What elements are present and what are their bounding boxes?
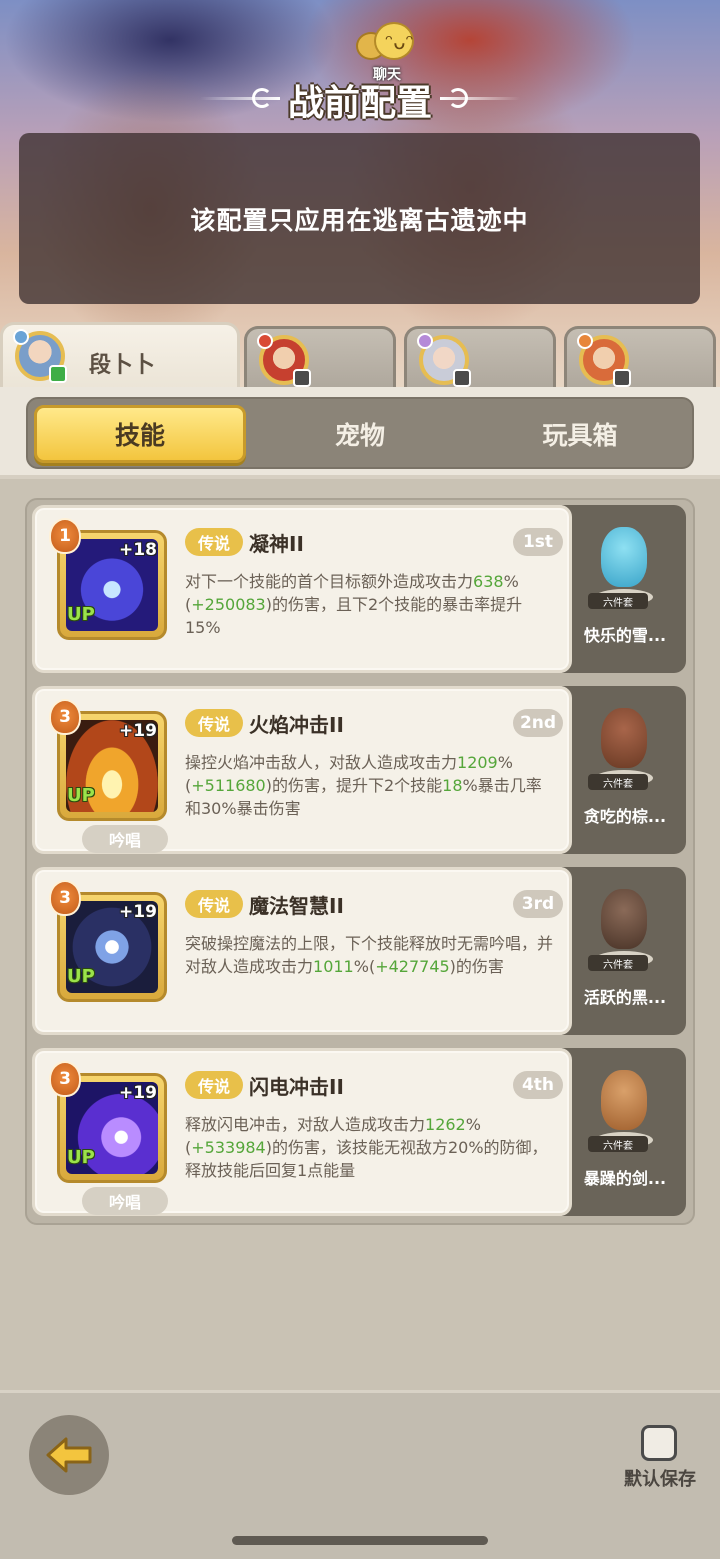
config-notice: 该配置只应用在逃离古遗迹中	[19, 133, 700, 304]
set-label: 六件套	[588, 955, 648, 971]
skill-row: 六件套 贪吃的棕... 3 +19 UP 吟唱 传说 火焰冲击II 2nd 操控…	[32, 686, 687, 854]
rarity-badge: 传说	[185, 528, 243, 556]
skill-card[interactable]: 3 +19 UP 吟唱 传说 火焰冲击II 2nd 操控火焰冲击敌人，对敌人造成…	[32, 686, 572, 854]
skill-description: 突破操控魔法的上限，下个技能释放时无需吟唱，并对敌人造成攻击力1011%(+42…	[185, 934, 554, 976]
hero-portrait	[13, 329, 67, 383]
hero-tab-1[interactable]: 段卜卜	[0, 322, 240, 390]
tab-skills[interactable]: 技能	[34, 405, 246, 463]
hero-portrait	[417, 333, 471, 387]
pet-slot[interactable]: 六件套 快乐的雪...	[562, 505, 686, 673]
category-bar: 技能 宠物 玩具箱	[0, 387, 720, 479]
skill-description: 释放闪电冲击，对敌人造成攻击力1262%(+533984)的伤害，该技能无视敌方…	[185, 1115, 548, 1180]
skill-level-badge: 1	[49, 518, 81, 554]
notice-text: 该配置只应用在逃离古遗迹中	[190, 205, 529, 235]
skill-plus-level: +19	[119, 1083, 157, 1103]
hero-tab-2[interactable]	[244, 326, 396, 390]
back-button[interactable]	[29, 1415, 109, 1495]
up-badge: UP	[67, 966, 95, 987]
skill-order: 2nd	[513, 709, 563, 737]
skill-name: 凝神II	[249, 532, 304, 556]
hero-name: 段卜卜	[89, 353, 156, 378]
pet-slot[interactable]: 六件套 贪吃的棕...	[562, 686, 686, 854]
hero-portrait	[577, 333, 631, 387]
back-arrow-icon	[46, 1437, 92, 1473]
pet-name: 贪吃的棕...	[583, 807, 667, 826]
pet-name: 活跃的黑...	[583, 988, 667, 1007]
tab-toybox[interactable]: 玩具箱	[474, 405, 686, 463]
skill-card[interactable]: 3 +19 UP 传说 魔法智慧II 3rd 突破操控魔法的上限，下个技能释放时…	[32, 867, 572, 1035]
rarity-badge: 传说	[185, 709, 243, 737]
category-tabs: 技能 宠物 玩具箱	[26, 397, 694, 469]
skill-plus-level: +18	[119, 540, 157, 560]
skill-order: 1st	[513, 528, 563, 556]
chant-badge: 吟唱	[82, 1187, 168, 1215]
skill-row: 六件套 活跃的黑... 3 +19 UP 传说 魔法智慧II 3rd 突破操控魔…	[32, 867, 687, 1035]
skill-plus-level: +19	[119, 902, 157, 922]
skill-order: 3rd	[513, 890, 563, 918]
skill-description: 对下一个技能的首个目标额外造成攻击力638%(+250083)的伤害，且下2个技…	[185, 572, 523, 637]
up-badge: UP	[67, 604, 95, 625]
hero-tabs: 段卜卜	[0, 322, 720, 390]
skill-name: 闪电冲击II	[249, 1075, 344, 1099]
pet-name: 快乐的雪...	[583, 626, 667, 645]
skill-level-badge: 3	[49, 880, 81, 916]
set-label: 六件套	[588, 1136, 648, 1152]
skill-level-badge: 3	[49, 699, 81, 735]
up-badge: UP	[67, 1147, 95, 1168]
skill-name: 魔法智慧II	[249, 894, 344, 918]
hero-tab-4[interactable]	[564, 326, 716, 390]
pet-slot[interactable]: 六件套 暴躁的剑...	[562, 1048, 686, 1216]
skill-order: 4th	[513, 1071, 563, 1099]
title-wrap: 战前配置	[200, 70, 520, 126]
hero-portrait	[257, 333, 311, 387]
set-label: 六件套	[588, 593, 648, 609]
skill-row: 六件套 暴躁的剑... 3 +19 UP 吟唱 传说 闪电冲击II 4th 释放…	[32, 1048, 687, 1216]
pet-slot[interactable]: 六件套 活跃的黑...	[562, 867, 686, 1035]
default-save-label[interactable]: 默认保存	[612, 1465, 708, 1491]
set-label: 六件套	[588, 774, 648, 790]
pet-name: 暴躁的剑...	[583, 1169, 667, 1188]
hero-tab-3[interactable]	[404, 326, 556, 390]
rarity-badge: 传说	[185, 890, 243, 918]
skill-card[interactable]: 3 +19 UP 吟唱 传说 闪电冲击II 4th 释放闪电冲击，对敌人造成攻击…	[32, 1048, 572, 1216]
chant-badge: 吟唱	[82, 825, 168, 853]
skill-card[interactable]: 1 +18 UP 传说 凝神II 1st 对下一个技能的首个目标额外造成攻击力6…	[32, 505, 572, 673]
skill-plus-level: +19	[119, 721, 157, 741]
bottom-bar: 默认保存	[0, 1390, 720, 1559]
skill-row: 六件套 快乐的雪... 1 +18 UP 传说 凝神II 1st 对下一个技能的…	[32, 505, 687, 673]
skill-level-badge: 3	[49, 1061, 81, 1097]
skill-name: 火焰冲击II	[249, 713, 344, 737]
default-save-checkbox[interactable]	[641, 1425, 677, 1461]
skill-description: 操控火焰冲击敌人，对敌人造成攻击力1209%(+511680)的伤害，提升下2个…	[185, 753, 542, 818]
home-indicator[interactable]	[232, 1536, 488, 1545]
tab-pets[interactable]: 宠物	[254, 405, 466, 463]
up-badge: UP	[67, 785, 95, 806]
page-title: 战前配置	[287, 83, 432, 124]
rarity-badge: 传说	[185, 1071, 243, 1099]
